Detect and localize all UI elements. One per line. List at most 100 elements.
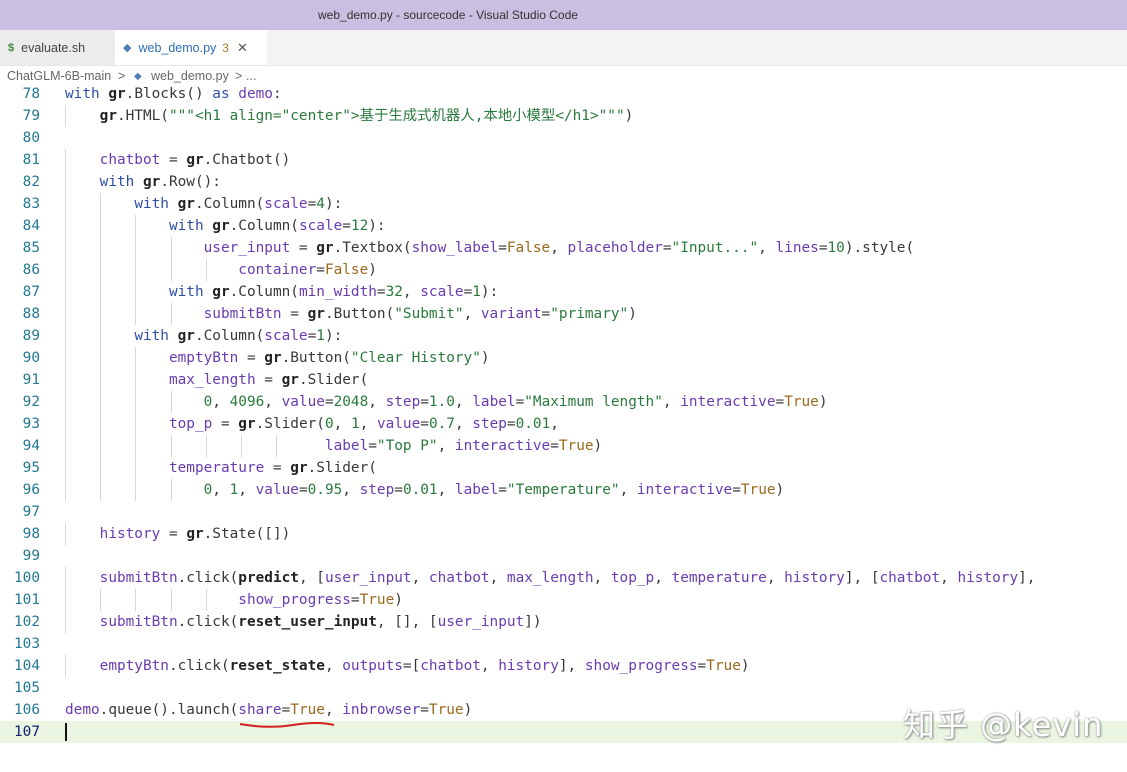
line-number: 91 bbox=[22, 372, 40, 388]
code-line[interactable]: 85 user_input = gr.Textbox(show_label=Fa… bbox=[0, 237, 1127, 259]
line-number: 83 bbox=[22, 196, 40, 212]
code-line[interactable]: 95 temperature = gr.Slider( bbox=[0, 457, 1127, 479]
code-line[interactable]: 91 max_length = gr.Slider( bbox=[0, 369, 1127, 391]
code-text: history = gr.State([]) bbox=[99, 526, 291, 542]
line-number: 99 bbox=[22, 548, 40, 564]
code-text: user_input = gr.Textbox(show_label=False… bbox=[203, 240, 915, 256]
code-line[interactable]: 83 with gr.Column(scale=4): bbox=[0, 193, 1127, 215]
code-line[interactable]: 97 bbox=[0, 501, 1127, 523]
code-line[interactable]: 80 bbox=[0, 127, 1127, 149]
line-number: 92 bbox=[22, 394, 40, 410]
line-number: 93 bbox=[22, 416, 40, 432]
tab-label: web_demo.py bbox=[138, 40, 217, 55]
code-text: submitBtn.click(predict, [user_input, ch… bbox=[99, 570, 1036, 586]
line-number: 102 bbox=[14, 614, 40, 630]
code-line[interactable]: 105 bbox=[0, 677, 1127, 699]
line-number: 80 bbox=[22, 130, 40, 146]
red-underline-annotation bbox=[239, 722, 335, 728]
line-number: 103 bbox=[14, 636, 40, 652]
line-number: 88 bbox=[22, 306, 40, 322]
editor-tab-bar: $ evaluate.sh ◆ web_demo.py 3 ✕ bbox=[0, 30, 1127, 66]
shell-file-icon: $ bbox=[8, 41, 15, 54]
title-bar: web_demo.py - sourcecode - Visual Studio… bbox=[0, 0, 1127, 30]
close-icon[interactable]: ✕ bbox=[237, 40, 248, 56]
code-text: label="Top P", interactive=True) bbox=[324, 438, 603, 454]
code-line[interactable]: 89 with gr.Column(scale=1): bbox=[0, 325, 1127, 347]
breadcrumb-folder[interactable]: ChatGLM-6B-main bbox=[7, 69, 111, 83]
code-line[interactable]: 100 submitBtn.click(predict, [user_input… bbox=[0, 567, 1127, 589]
code-text: with gr.Row(): bbox=[99, 174, 221, 190]
line-number: 89 bbox=[22, 328, 40, 344]
line-number: 104 bbox=[14, 658, 40, 674]
tab-web-demo-py[interactable]: ◆ web_demo.py 3 ✕ bbox=[115, 30, 267, 65]
code-line[interactable]: 92 0, 4096, value=2048, step=1.0, label=… bbox=[0, 391, 1127, 413]
code-line[interactable]: 103 bbox=[0, 633, 1127, 655]
code-text: submitBtn = gr.Button("Submit", variant=… bbox=[203, 306, 637, 322]
code-text: with gr.Column(scale=4): bbox=[134, 196, 343, 212]
code-line[interactable]: 96 0, 1, value=0.95, step=0.01, label="T… bbox=[0, 479, 1127, 501]
code-text: with gr.Column(scale=1): bbox=[134, 328, 343, 344]
line-number: 84 bbox=[22, 218, 40, 234]
code-text: demo.queue().launch(share=True, inbrowse… bbox=[65, 702, 473, 718]
code-line[interactable]: 98 history = gr.State([]) bbox=[0, 523, 1127, 545]
code-line[interactable]: 88 submitBtn = gr.Button("Submit", varia… bbox=[0, 303, 1127, 325]
code-line[interactable]: 94 label="Top P", interactive=True) bbox=[0, 435, 1127, 457]
python-file-icon: ◆ bbox=[123, 42, 132, 54]
code-text: emptyBtn.click(reset_state, outputs=[cha… bbox=[99, 658, 750, 674]
code-line[interactable]: 90 emptyBtn = gr.Button("Clear History") bbox=[0, 347, 1127, 369]
tab-label: evaluate.sh bbox=[21, 40, 86, 55]
code-line[interactable]: 101 show_progress=True) bbox=[0, 589, 1127, 611]
code-text: show_progress=True) bbox=[238, 592, 403, 608]
code-line[interactable]: 93 top_p = gr.Slider(0, 1, value=0.7, st… bbox=[0, 413, 1127, 435]
breadcrumb-file[interactable]: web_demo.py bbox=[151, 69, 229, 83]
line-number: 95 bbox=[22, 460, 40, 476]
line-number: 78 bbox=[22, 86, 40, 102]
code-editor[interactable]: 78 with gr.Blocks() as demo: 79 gr.HTML(""… bbox=[0, 84, 1127, 772]
line-number: 87 bbox=[22, 284, 40, 300]
line-number: 97 bbox=[22, 504, 40, 520]
tab-evaluate-sh[interactable]: $ evaluate.sh bbox=[0, 30, 115, 65]
code-text: chatbot = gr.Chatbot() bbox=[99, 152, 291, 168]
code-text: max_length = gr.Slider( bbox=[168, 372, 369, 388]
breadcrumb-symbols[interactable]: ... bbox=[246, 69, 256, 83]
line-number: 90 bbox=[22, 350, 40, 366]
code-text: emptyBtn = gr.Button("Clear History") bbox=[168, 350, 490, 366]
line-number: 96 bbox=[22, 482, 40, 498]
line-number: 100 bbox=[14, 570, 40, 586]
code-text: 0, 1, value=0.95, step=0.01, label="Temp… bbox=[203, 482, 785, 498]
window-title: web_demo.py - sourcecode - Visual Studio… bbox=[318, 8, 578, 22]
code-line[interactable]: 104 emptyBtn.click(reset_state, outputs=… bbox=[0, 655, 1127, 677]
code-line[interactable]: 99 bbox=[0, 545, 1127, 567]
line-number: 94 bbox=[22, 438, 40, 454]
text-cursor bbox=[65, 723, 67, 741]
line-number: 105 bbox=[14, 680, 40, 696]
code-text: with gr.Column(scale=12): bbox=[168, 218, 386, 234]
line-number: 86 bbox=[22, 262, 40, 278]
line-number: 107 bbox=[14, 724, 40, 740]
python-file-icon: ◆ bbox=[134, 71, 142, 82]
code-text: container=False) bbox=[238, 262, 377, 278]
line-number: 85 bbox=[22, 240, 40, 256]
code-text: top_p = gr.Slider(0, 1, value=0.7, step=… bbox=[168, 416, 559, 432]
code-text: submitBtn.click(reset_user_input, [], [u… bbox=[99, 614, 542, 630]
line-number: 79 bbox=[22, 108, 40, 124]
problem-count-badge: 3 bbox=[222, 40, 229, 55]
line-number: 106 bbox=[14, 702, 40, 718]
code-line[interactable]: 84 with gr.Column(scale=12): bbox=[0, 215, 1127, 237]
code-text: with gr.Column(min_width=32, scale=1): bbox=[168, 284, 499, 300]
code-text: gr.HTML("""<h1 align="center">基于生成式机器人,本… bbox=[99, 108, 634, 124]
code-line[interactable]: 86 container=False) bbox=[0, 259, 1127, 281]
line-number: 98 bbox=[22, 526, 40, 542]
code-line[interactable]: 102 submitBtn.click(reset_user_input, []… bbox=[0, 611, 1127, 633]
code-line[interactable]: 87 with gr.Column(min_width=32, scale=1)… bbox=[0, 281, 1127, 303]
code-text: 0, 4096, value=2048, step=1.0, label="Ma… bbox=[203, 394, 828, 410]
watermark: 知乎 @kevin bbox=[903, 706, 1104, 744]
code-text: with gr.Blocks() as demo: bbox=[65, 86, 282, 102]
code-line[interactable]: 79 gr.HTML("""<h1 align="center">基于生成式机器… bbox=[0, 105, 1127, 127]
chevron-right-icon: > bbox=[235, 69, 243, 83]
line-number: 82 bbox=[22, 174, 40, 190]
code-text: temperature = gr.Slider( bbox=[168, 460, 377, 476]
code-line[interactable]: 78 with gr.Blocks() as demo: bbox=[0, 84, 1127, 105]
code-line[interactable]: 81 chatbot = gr.Chatbot() bbox=[0, 149, 1127, 171]
code-line[interactable]: 82 with gr.Row(): bbox=[0, 171, 1127, 193]
